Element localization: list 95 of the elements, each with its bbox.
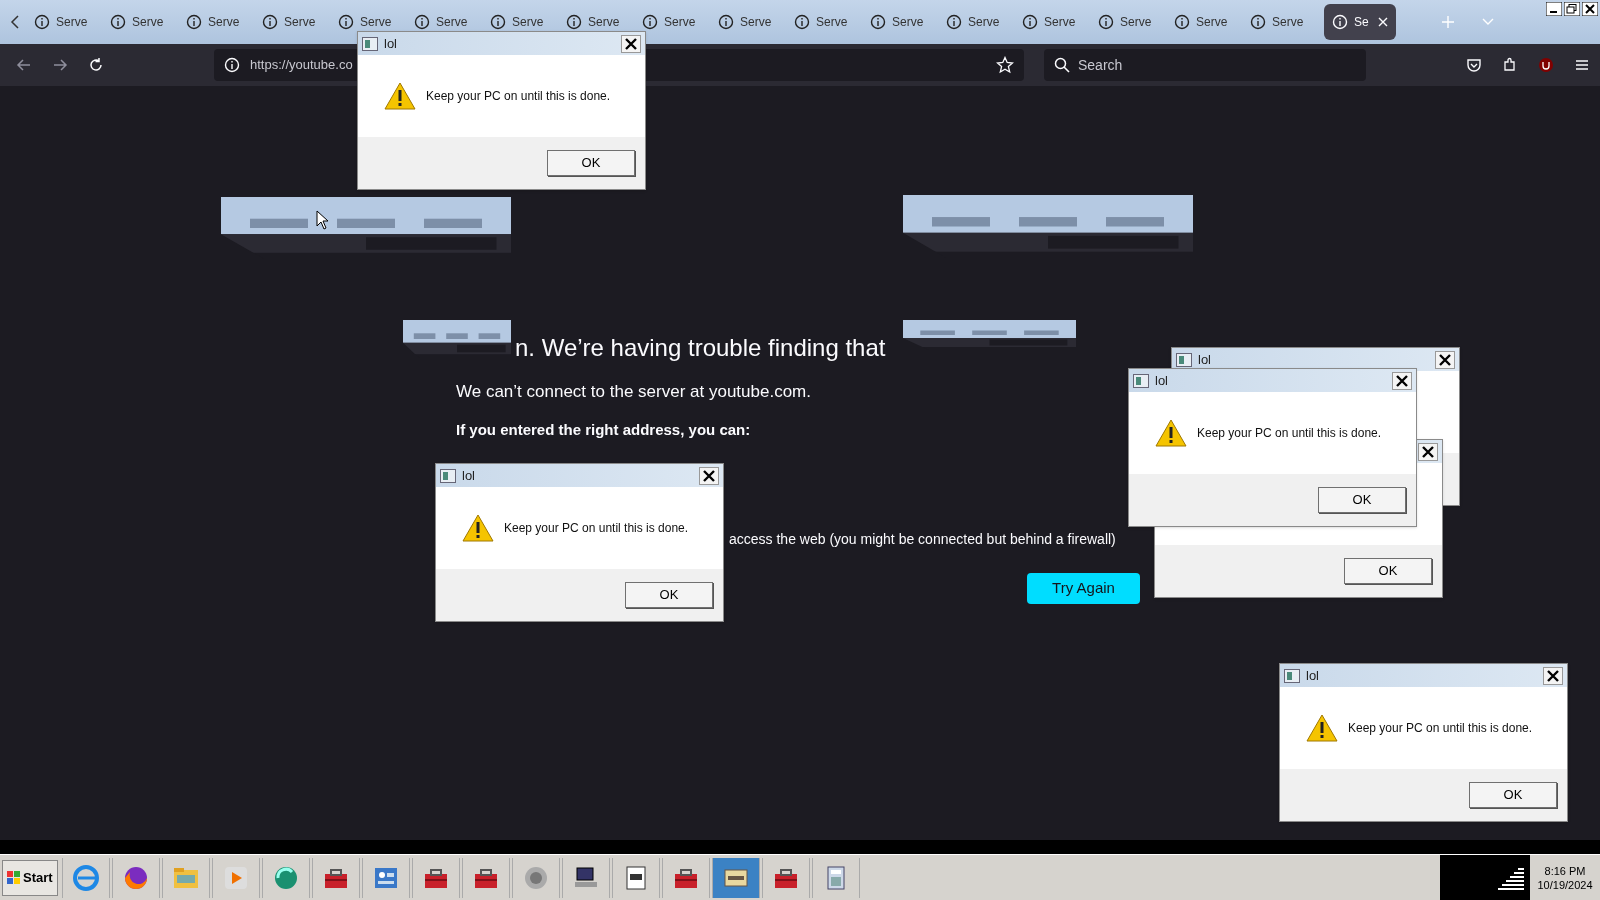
browser-tab[interactable]: Serve: [560, 4, 636, 40]
browser-tab[interactable]: Serve: [788, 4, 864, 40]
info-icon: [642, 14, 658, 30]
reload-icon[interactable]: [88, 57, 104, 73]
windows-logo-icon: [7, 870, 21, 885]
app-icon: [362, 36, 378, 51]
extensions-icon[interactable]: [1502, 57, 1518, 73]
browser-tab[interactable]: Serve: [712, 4, 788, 40]
browser-tab[interactable]: Serve: [408, 4, 484, 40]
bookmark-star-icon[interactable]: [996, 56, 1014, 74]
app-icon: [1176, 352, 1192, 367]
close-icon[interactable]: [1582, 2, 1598, 16]
browser-tab[interactable]: Serve: [864, 4, 940, 40]
info-icon: [1022, 14, 1038, 30]
taskbar-button[interactable]: [461, 857, 510, 898]
suggestion-text: access the web (you might be connected but behind a firewall): [729, 530, 1116, 549]
browser-tab[interactable]: Serve: [104, 4, 180, 40]
browser-tab[interactable]: Se: [1324, 4, 1396, 40]
browser-icon: [71, 863, 100, 892]
info-icon: [870, 14, 886, 30]
info-icon: [110, 14, 126, 30]
info-icon: [1174, 14, 1190, 30]
error-subheading: If you entered the right address, you can:: [456, 419, 752, 440]
dialog-title: lol: [462, 466, 475, 485]
browser-tab[interactable]: Serve: [1092, 4, 1168, 40]
info-icon: [490, 14, 506, 30]
pocket-icon[interactable]: [1466, 57, 1482, 73]
start-button[interactable]: Start: [2, 859, 58, 896]
ok-button[interactable]: OK: [1318, 487, 1406, 513]
browser-tab[interactable]: Serve: [28, 4, 104, 40]
chevron-left-icon[interactable]: [10, 14, 20, 30]
ok-button[interactable]: OK: [1344, 558, 1432, 584]
close-icon[interactable]: [1543, 666, 1563, 685]
dialog-title: lol: [1306, 666, 1319, 685]
info-icon: [794, 14, 810, 30]
taskbar-button[interactable]: [561, 857, 610, 898]
error-message: We can’t connect to the server at youtube.com.: [456, 381, 812, 403]
info-icon: [338, 14, 354, 30]
app-icon: [440, 468, 456, 483]
browser-tab[interactable]: Serve: [484, 4, 560, 40]
taskbar-button[interactable]: [661, 857, 710, 898]
taskbar-button[interactable]: [311, 857, 360, 898]
browser-tab[interactable]: Serve: [1168, 4, 1244, 40]
warning-icon: [1155, 419, 1187, 447]
warning-icon: [384, 82, 416, 110]
info-icon: [946, 14, 962, 30]
info-icon: [224, 57, 240, 73]
close-icon[interactable]: [1435, 350, 1455, 369]
close-icon[interactable]: [621, 34, 641, 53]
menu-icon[interactable]: [1574, 57, 1590, 73]
browser-tab[interactable]: Serve: [940, 4, 1016, 40]
try-again-button[interactable]: Try Again: [1027, 573, 1140, 604]
info-icon: [1250, 14, 1266, 30]
app-icon: [1284, 668, 1300, 683]
cursor-icon: [316, 210, 330, 230]
search-field[interactable]: Search: [1044, 49, 1366, 81]
browser-tab[interactable]: Serve: [1016, 4, 1092, 40]
warning-icon: [462, 514, 494, 542]
ok-button[interactable]: OK: [547, 150, 635, 176]
info-icon: [34, 14, 50, 30]
dialog-message: Keep your PC on until this is done.: [504, 520, 689, 537]
info-icon: [262, 14, 278, 30]
warning-icon: [1306, 714, 1338, 742]
taskbar-button[interactable]: [411, 857, 460, 898]
clock-date: 10/19/2024: [1537, 877, 1593, 892]
close-icon[interactable]: [1418, 442, 1438, 461]
clock-time: 8:16 PM: [1544, 863, 1586, 878]
forward-icon[interactable]: [52, 57, 68, 73]
info-icon: [566, 14, 582, 30]
error-heading: n. We’re having trouble finding that: [515, 333, 886, 363]
dialog-title: lol: [1198, 350, 1211, 369]
close-icon[interactable]: [699, 466, 719, 485]
info-icon: [186, 14, 202, 30]
info-icon: [1098, 14, 1114, 30]
app-icon: [1133, 373, 1149, 388]
browser-tab[interactable]: Serve: [256, 4, 332, 40]
dialog-message: Keep your PC on until this is done.: [426, 88, 611, 105]
minimize-icon[interactable]: [1546, 2, 1562, 16]
dialog-message: Keep your PC on until this is done.: [1348, 720, 1533, 737]
browser-tab[interactable]: Serve: [636, 4, 712, 40]
close-icon[interactable]: [1392, 371, 1412, 390]
dialog-message: Keep your PC on until this is done.: [1197, 425, 1382, 442]
browser-tab[interactable]: Serve: [1244, 4, 1320, 40]
taskbar-button[interactable]: [611, 857, 660, 898]
browser-tab[interactable]: Serve: [180, 4, 256, 40]
dialog-title: lol: [1155, 371, 1168, 390]
info-icon: [718, 14, 734, 30]
info-icon: [414, 14, 430, 30]
back-icon[interactable]: [16, 57, 32, 73]
restore-icon[interactable]: [1564, 2, 1580, 16]
search-icon: [1054, 57, 1070, 73]
ok-button[interactable]: OK: [1469, 782, 1557, 808]
ok-button[interactable]: OK: [625, 582, 713, 608]
info-icon: [1332, 14, 1348, 30]
taskbar-button[interactable]: [761, 857, 810, 898]
